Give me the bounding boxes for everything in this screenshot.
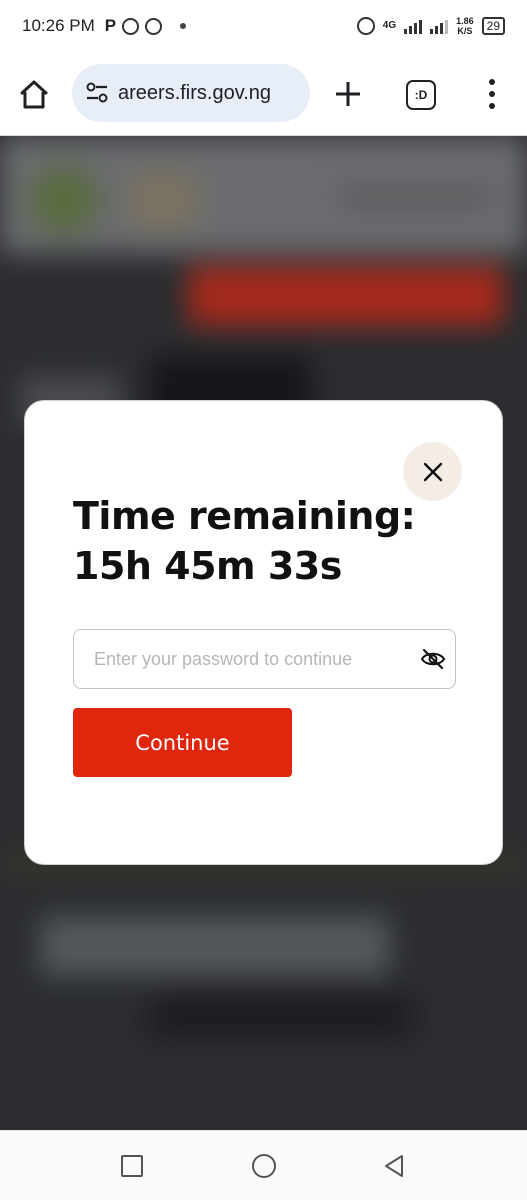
system-nav-bar (0, 1130, 527, 1200)
time-remaining-label: Time remaining: (73, 494, 416, 538)
alarm-icon (356, 17, 375, 35)
tab-switcher-icon[interactable]: :D (406, 80, 436, 110)
time-remaining-value: 15h 45m 33s (73, 544, 342, 588)
address-bar[interactable]: areers.firs.gov.ng (72, 64, 310, 122)
parking-p-icon: P (104, 16, 117, 35)
browser-toolbar: areers.firs.gov.ng :D (0, 52, 527, 136)
continue-button[interactable]: Continue (73, 708, 292, 777)
system-icons: 4G 1.86 K/S 29 (356, 16, 505, 36)
blurred-logo (30, 166, 98, 234)
network-type: 4G (382, 20, 397, 31)
network-speed-value: 1.86 (456, 16, 474, 26)
plus-icon[interactable] (334, 80, 362, 108)
whatsapp-icon (122, 17, 140, 35)
tune-icon[interactable] (84, 80, 110, 106)
dot-icon (180, 23, 187, 29)
password-input[interactable] (74, 630, 409, 688)
status-bar: 10:26 PM P 4G 1.86 K/S 29 (0, 0, 527, 52)
url-text[interactable]: areers.firs.gov.ng (118, 82, 271, 105)
more-vertical-icon[interactable] (478, 79, 506, 109)
signal-icon (404, 18, 423, 34)
notification-icons: P (104, 16, 187, 36)
session-timeout-modal: Time remaining: 15h 45m 33s Continue (24, 400, 503, 865)
home-icon[interactable] (16, 76, 52, 112)
blurred-banner (188, 266, 504, 326)
recent-apps-icon[interactable] (121, 1155, 143, 1177)
blurred-block (150, 996, 410, 1036)
blurred-logo (128, 172, 198, 228)
status-time: 10:26 PM (22, 16, 95, 35)
network-speed: 1.86 K/S (456, 16, 474, 36)
close-icon[interactable] (423, 462, 443, 482)
modal-title: Time remaining: 15h 45m 33s (73, 491, 453, 591)
eye-off-icon[interactable] (420, 646, 446, 672)
home-circle-icon[interactable] (252, 1154, 276, 1178)
whatsapp-icon (145, 17, 163, 35)
signal-icon (430, 18, 449, 34)
back-triangle-icon[interactable] (382, 1153, 406, 1179)
password-field[interactable] (73, 629, 456, 689)
network-speed-unit: K/S (457, 26, 473, 36)
blurred-nav (340, 186, 490, 208)
blurred-block (40, 916, 390, 976)
battery-icon: 29 (481, 17, 505, 35)
